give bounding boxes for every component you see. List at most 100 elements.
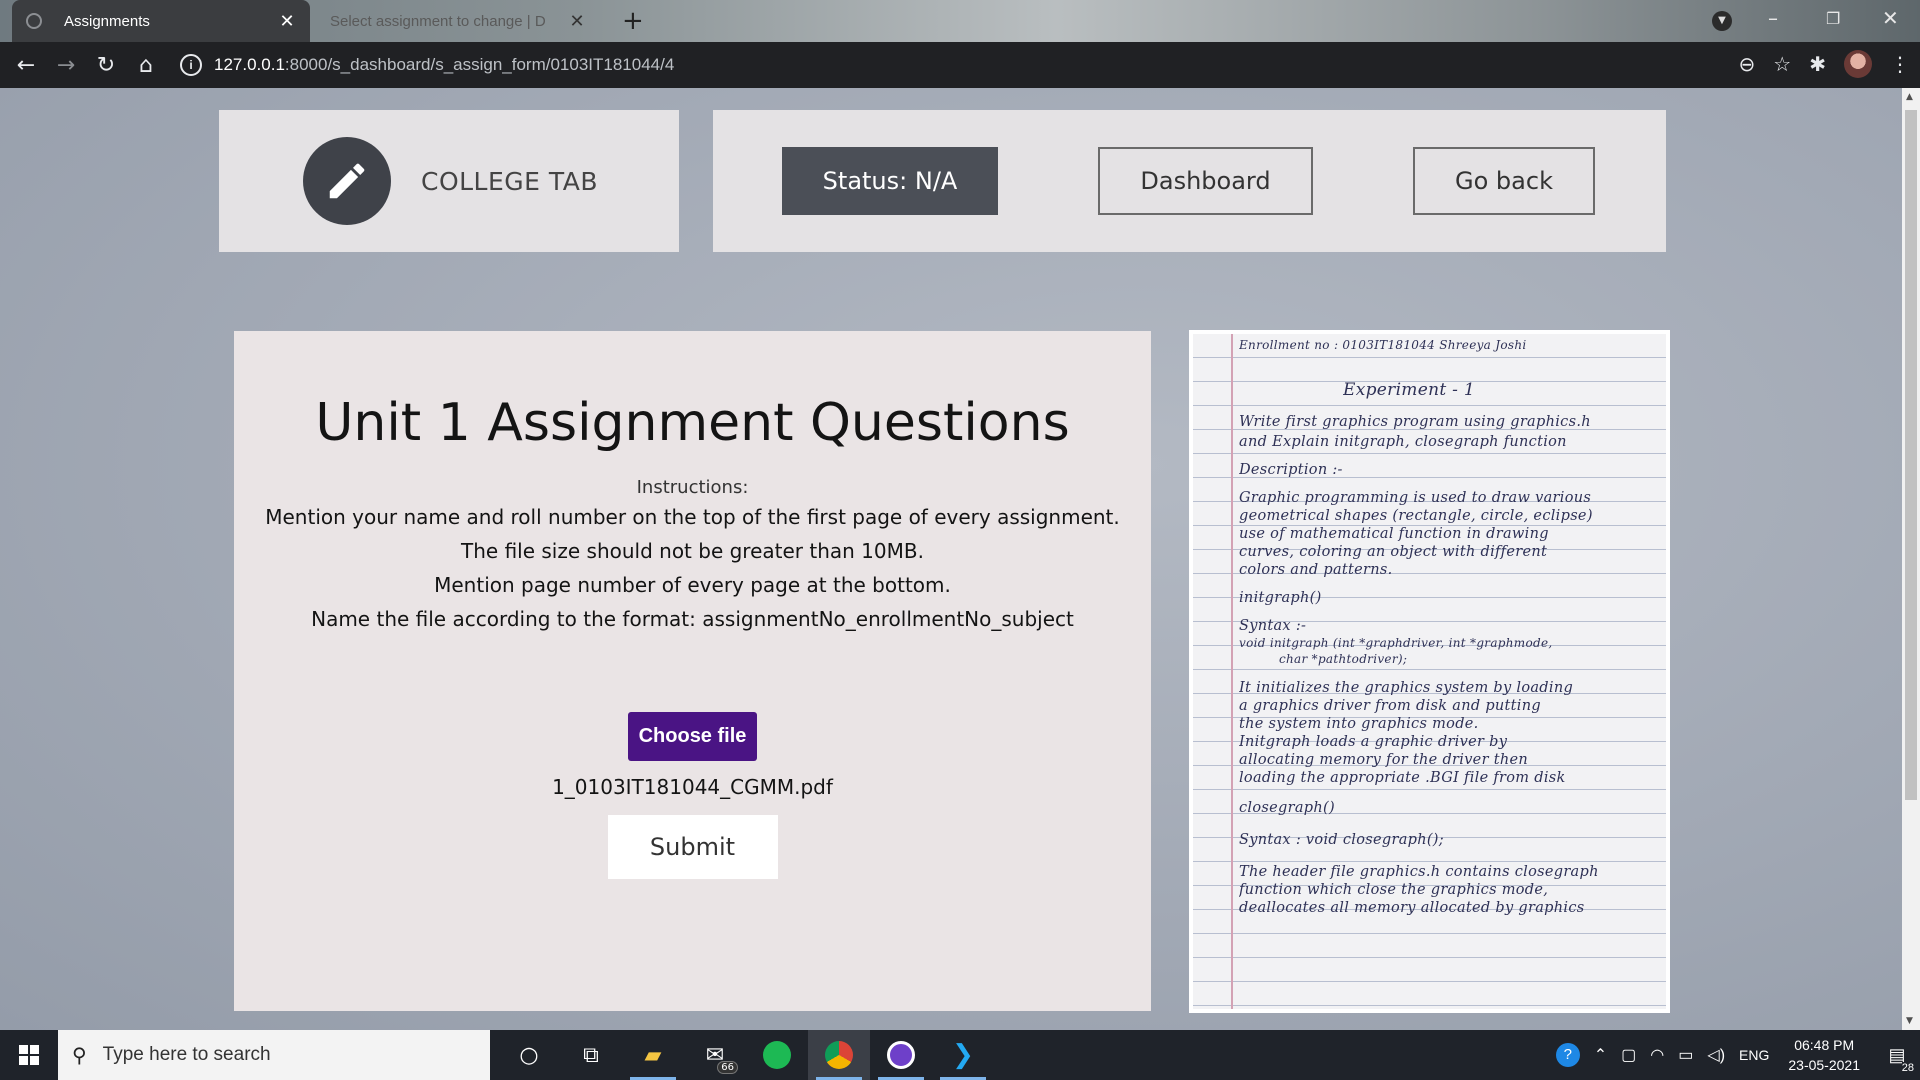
search-icon: ⚲ bbox=[72, 1044, 87, 1067]
window-close-icon[interactable]: ✕ bbox=[1882, 6, 1899, 30]
handwritten-line: a graphics driver from disk and putting bbox=[1239, 698, 1541, 714]
handwritten-line: It initializes the graphics system by lo… bbox=[1239, 680, 1574, 696]
meet-now-icon[interactable]: ▢ bbox=[1621, 1045, 1636, 1065]
handwritten-line: geometrical shapes (rectangle, circle, e… bbox=[1239, 508, 1593, 524]
loading-favicon-icon bbox=[26, 13, 42, 29]
url-host: 127.0.0.1 bbox=[214, 55, 285, 74]
go-back-button[interactable]: Go back bbox=[1413, 147, 1595, 215]
handwritten-line: void initgraph (int *graphdriver, int *g… bbox=[1239, 636, 1553, 650]
spotify-icon[interactable] bbox=[746, 1030, 808, 1080]
windows-taskbar: ⚲ Type here to search ○ ⧉ ▰ ✉ 66 ❯ ? ⌃ ▢ … bbox=[0, 1030, 1920, 1080]
profile-avatar[interactable] bbox=[1844, 50, 1872, 78]
system-tray: ? ⌃ ▢ ◠ ▭ ◁) ENG 06:48 PM 23-05-2021 ▤ 28 bbox=[1549, 1030, 1920, 1080]
scroll-down-icon[interactable]: ▼ bbox=[1906, 1016, 1913, 1026]
status-button[interactable]: Status: N/A bbox=[782, 147, 998, 215]
minimize-icon[interactable]: – bbox=[1768, 6, 1778, 30]
handwritten-line: use of mathematical function in drawing bbox=[1239, 526, 1549, 542]
home-icon[interactable]: ⌂ bbox=[126, 53, 166, 78]
handwritten-line: Syntax :- bbox=[1239, 618, 1307, 634]
nav-box: Status: N/A Dashboard Go back bbox=[713, 110, 1666, 252]
help-icon[interactable]: ? bbox=[1555, 1043, 1580, 1067]
address-bar[interactable]: i 127.0.0.1:8000/s_dashboard/s_assign_fo… bbox=[180, 46, 1780, 84]
url-path: :8000/s_dashboard/s_assign_form/0103IT18… bbox=[284, 55, 675, 74]
task-view-icon[interactable]: ⧉ bbox=[560, 1030, 622, 1080]
handwritten-line: Syntax : void closegraph(); bbox=[1239, 832, 1444, 848]
handwritten-line: the system into graphics mode. bbox=[1239, 716, 1479, 732]
selected-file-name: 1_0103IT181044_CGMM.pdf bbox=[552, 775, 833, 799]
scroll-up-icon[interactable]: ▲ bbox=[1906, 92, 1913, 102]
instructions-label: Instructions: bbox=[636, 477, 749, 498]
clock-date: 23-05-2021 bbox=[1788, 1057, 1860, 1073]
file-explorer-icon[interactable]: ▰ bbox=[622, 1030, 684, 1080]
vscode-icon[interactable]: ❯ bbox=[932, 1030, 994, 1080]
forward-arrow-icon[interactable]: → bbox=[46, 53, 86, 78]
start-button[interactable] bbox=[0, 1030, 58, 1080]
tab-search-icon[interactable]: ▼ bbox=[1712, 11, 1732, 31]
handwritten-line: Enrollment no : 0103IT181044 Shreeya Jos… bbox=[1239, 338, 1527, 352]
wifi-icon[interactable]: ◠ bbox=[1650, 1045, 1664, 1065]
chrome-icon[interactable] bbox=[808, 1030, 870, 1080]
handwritten-line: closegraph() bbox=[1239, 800, 1335, 816]
scrollbar-thumb[interactable] bbox=[1905, 110, 1917, 800]
clock-time: 06:48 PM bbox=[1794, 1037, 1855, 1053]
language-indicator[interactable]: ENG bbox=[1739, 1047, 1769, 1063]
handwritten-line: Description :- bbox=[1239, 462, 1343, 478]
handwritten-line: curves, coloring an object with differen… bbox=[1239, 544, 1548, 560]
zoom-icon[interactable]: ⊖ bbox=[1739, 52, 1756, 76]
tab-assignments[interactable]: Assignments ✕ bbox=[12, 0, 310, 42]
question-sheet-image: Enrollment no : 0103IT181044 Shreeya Jos… bbox=[1189, 330, 1670, 1013]
site-info-icon[interactable]: i bbox=[180, 54, 202, 76]
brand-box: COLLEGE TAB bbox=[219, 110, 679, 252]
instruction-line: The file size should not be greater than… bbox=[461, 539, 924, 563]
search-placeholder: Type here to search bbox=[102, 1044, 271, 1065]
instruction-line: Mention your name and roll number on the… bbox=[265, 505, 1120, 529]
submit-button[interactable]: Submit bbox=[607, 815, 778, 879]
browser-menu-icon[interactable]: ⋮ bbox=[1890, 52, 1910, 76]
cortana-icon[interactable]: ○ bbox=[498, 1030, 560, 1080]
new-tab-icon[interactable]: + bbox=[622, 6, 644, 36]
mail-badge: 66 bbox=[717, 1061, 738, 1074]
handwritten-line: function which close the graphics mode, bbox=[1239, 882, 1549, 898]
bookmark-star-icon[interactable]: ☆ bbox=[1773, 52, 1791, 76]
instruction-line: Name the file according to the format: a… bbox=[311, 607, 1074, 631]
choose-file-button[interactable]: Choose file bbox=[627, 712, 758, 761]
handwritten-line: initgraph() bbox=[1239, 590, 1322, 606]
page-content: COLLEGE TAB Status: N/A Dashboard Go bac… bbox=[0, 88, 1902, 1030]
clock[interactable]: 06:48 PM 23-05-2021 bbox=[1788, 1035, 1860, 1075]
tab-select-assignment[interactable]: Select assignment to change | D ✕ bbox=[318, 0, 600, 42]
reload-icon[interactable]: ↻ bbox=[86, 53, 126, 78]
margin-line bbox=[1231, 334, 1233, 1009]
browser-tab-strip: Assignments ✕ Select assignment to chang… bbox=[0, 0, 1920, 42]
form-title: Unit 1 Assignment Questions bbox=[315, 393, 1070, 453]
volume-icon[interactable]: ◁) bbox=[1707, 1045, 1725, 1065]
notification-count: 28 bbox=[1901, 1061, 1914, 1074]
page-scrollbar[interactable]: ▲ ▼ bbox=[1902, 88, 1920, 1030]
back-arrow-icon[interactable]: ← bbox=[6, 53, 46, 78]
handwritten-line: Initgraph loads a graphic driver by bbox=[1239, 734, 1508, 750]
restore-icon[interactable]: ❐ bbox=[1826, 9, 1840, 28]
handwritten-line: colors and patterns. bbox=[1239, 562, 1393, 578]
handwritten-line: Experiment - 1 bbox=[1343, 380, 1476, 400]
extensions-puzzle-icon[interactable]: ✱ bbox=[1809, 52, 1826, 76]
handwritten-line: loading the appropriate .BGI file from d… bbox=[1239, 770, 1566, 786]
battery-icon[interactable]: ▭ bbox=[1678, 1045, 1693, 1065]
mail-icon[interactable]: ✉ 66 bbox=[684, 1030, 746, 1080]
assignment-form-card: Unit 1 Assignment Questions Instructions… bbox=[234, 331, 1151, 1011]
handwritten-line: char *pathtodriver); bbox=[1279, 652, 1408, 666]
windows-logo-icon bbox=[19, 1045, 39, 1065]
handwritten-line: deallocates all memory allocated by grap… bbox=[1239, 900, 1585, 916]
handwritten-line: and Explain initgraph, closegraph functi… bbox=[1239, 434, 1567, 450]
brand-title: COLLEGE TAB bbox=[421, 166, 598, 196]
close-tab-icon[interactable]: ✕ bbox=[566, 11, 588, 32]
handwritten-line: allocating memory for the driver then bbox=[1239, 752, 1528, 768]
close-tab-icon[interactable]: ✕ bbox=[276, 11, 298, 32]
github-desktop-icon[interactable] bbox=[870, 1030, 932, 1080]
taskbar-search[interactable]: ⚲ Type here to search bbox=[58, 1030, 490, 1080]
notifications-icon[interactable]: ▤ 28 bbox=[1874, 1045, 1920, 1074]
handwritten-line: Graphic programming is used to draw vari… bbox=[1239, 490, 1592, 506]
dashboard-button[interactable]: Dashboard bbox=[1098, 147, 1313, 215]
handwritten-line: The header file graphics.h contains clos… bbox=[1239, 864, 1599, 880]
tab-title: Assignments bbox=[64, 12, 150, 30]
instruction-line: Mention page number of every page at the… bbox=[434, 573, 951, 597]
chevron-up-icon[interactable]: ⌃ bbox=[1594, 1045, 1607, 1065]
